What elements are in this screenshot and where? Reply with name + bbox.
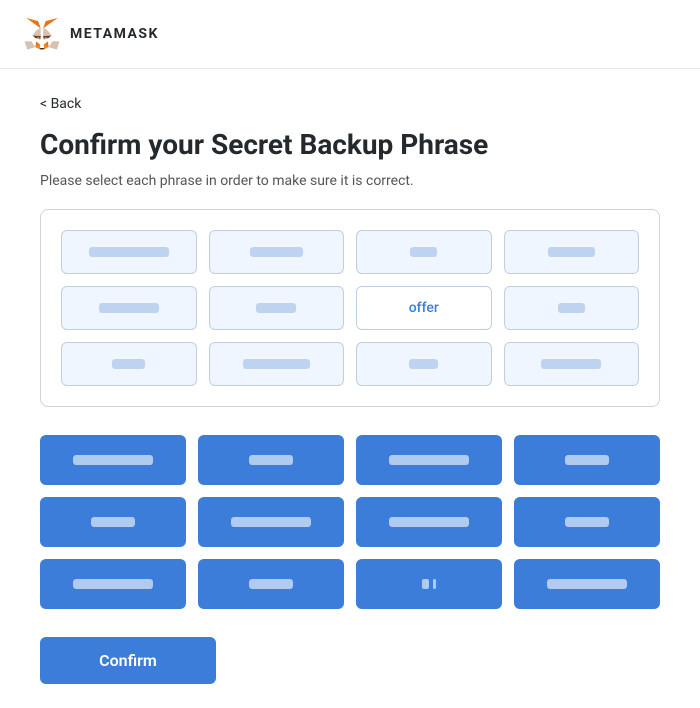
btn-blur-2: [249, 455, 293, 465]
word-blur-1: [89, 247, 169, 257]
phrase-slot-5[interactable]: [61, 286, 197, 330]
word-buttons-grid: [40, 435, 660, 609]
word-button-9[interactable]: [40, 559, 186, 609]
word-button-5[interactable]: [40, 497, 186, 547]
btn-blur-11: [433, 579, 436, 589]
phrase-slot-2[interactable]: [209, 230, 345, 274]
word-button-12[interactable]: [514, 559, 660, 609]
phrase-slot-6[interactable]: [209, 286, 345, 330]
phrase-slot-11[interactable]: [356, 342, 492, 386]
phrase-slot-8[interactable]: [504, 286, 640, 330]
phrase-selection-box: offer: [40, 209, 660, 407]
word-button-7[interactable]: [356, 497, 502, 547]
btn-blur-12: [547, 579, 627, 589]
page-title: Confirm your Secret Backup Phrase: [40, 128, 660, 161]
phrase-grid: offer: [61, 230, 639, 386]
app-header: METAMASK: [0, 0, 700, 69]
word-blur-9: [112, 359, 145, 369]
btn-blur-1: [73, 455, 153, 465]
word-blur-6: [256, 303, 296, 313]
btn-blur-10: [249, 579, 293, 589]
btn-blur-6: [231, 517, 311, 527]
word-button-3[interactable]: [356, 435, 502, 485]
app-name: METAMASK: [70, 26, 159, 42]
phrase-slot-7[interactable]: offer: [356, 286, 492, 330]
phrase-slot-12[interactable]: [504, 342, 640, 386]
metamask-logo-icon: [24, 16, 60, 52]
word-button-8[interactable]: [514, 497, 660, 547]
page-subtitle: Please select each phrase in order to ma…: [40, 173, 660, 189]
phrase-word-offer: offer: [409, 300, 439, 316]
phrase-slot-3[interactable]: [356, 230, 492, 274]
phrase-slot-4[interactable]: [504, 230, 640, 274]
word-button-1[interactable]: [40, 435, 186, 485]
btn-blur-5: [91, 517, 135, 527]
word-blur-11: [409, 359, 438, 369]
phrase-slot-1[interactable]: [61, 230, 197, 274]
btn-blur-7: [389, 517, 469, 527]
confirm-button[interactable]: Confirm: [40, 637, 216, 684]
btn-blur-9: [73, 579, 153, 589]
btn-icon-11: [422, 579, 429, 589]
phrase-slot-10[interactable]: [209, 342, 345, 386]
word-button-4[interactable]: [514, 435, 660, 485]
word-button-2[interactable]: [198, 435, 344, 485]
btn-blur-8: [565, 517, 609, 527]
word-button-10[interactable]: [198, 559, 344, 609]
word-blur-12: [541, 359, 601, 369]
back-button[interactable]: < Back: [40, 96, 81, 112]
btn-blur-3: [389, 455, 469, 465]
word-blur-4: [548, 247, 595, 257]
word-blur-8: [558, 303, 585, 313]
word-blur-3: [410, 247, 437, 257]
phrase-slot-9[interactable]: [61, 342, 197, 386]
word-button-6[interactable]: [198, 497, 344, 547]
main-content: < Back Confirm your Secret Backup Phrase…: [0, 69, 700, 708]
word-button-11[interactable]: [356, 559, 502, 609]
word-blur-5: [99, 303, 159, 313]
word-blur-10: [243, 359, 310, 369]
btn-blur-4: [565, 455, 609, 465]
word-blur-2: [250, 247, 303, 257]
